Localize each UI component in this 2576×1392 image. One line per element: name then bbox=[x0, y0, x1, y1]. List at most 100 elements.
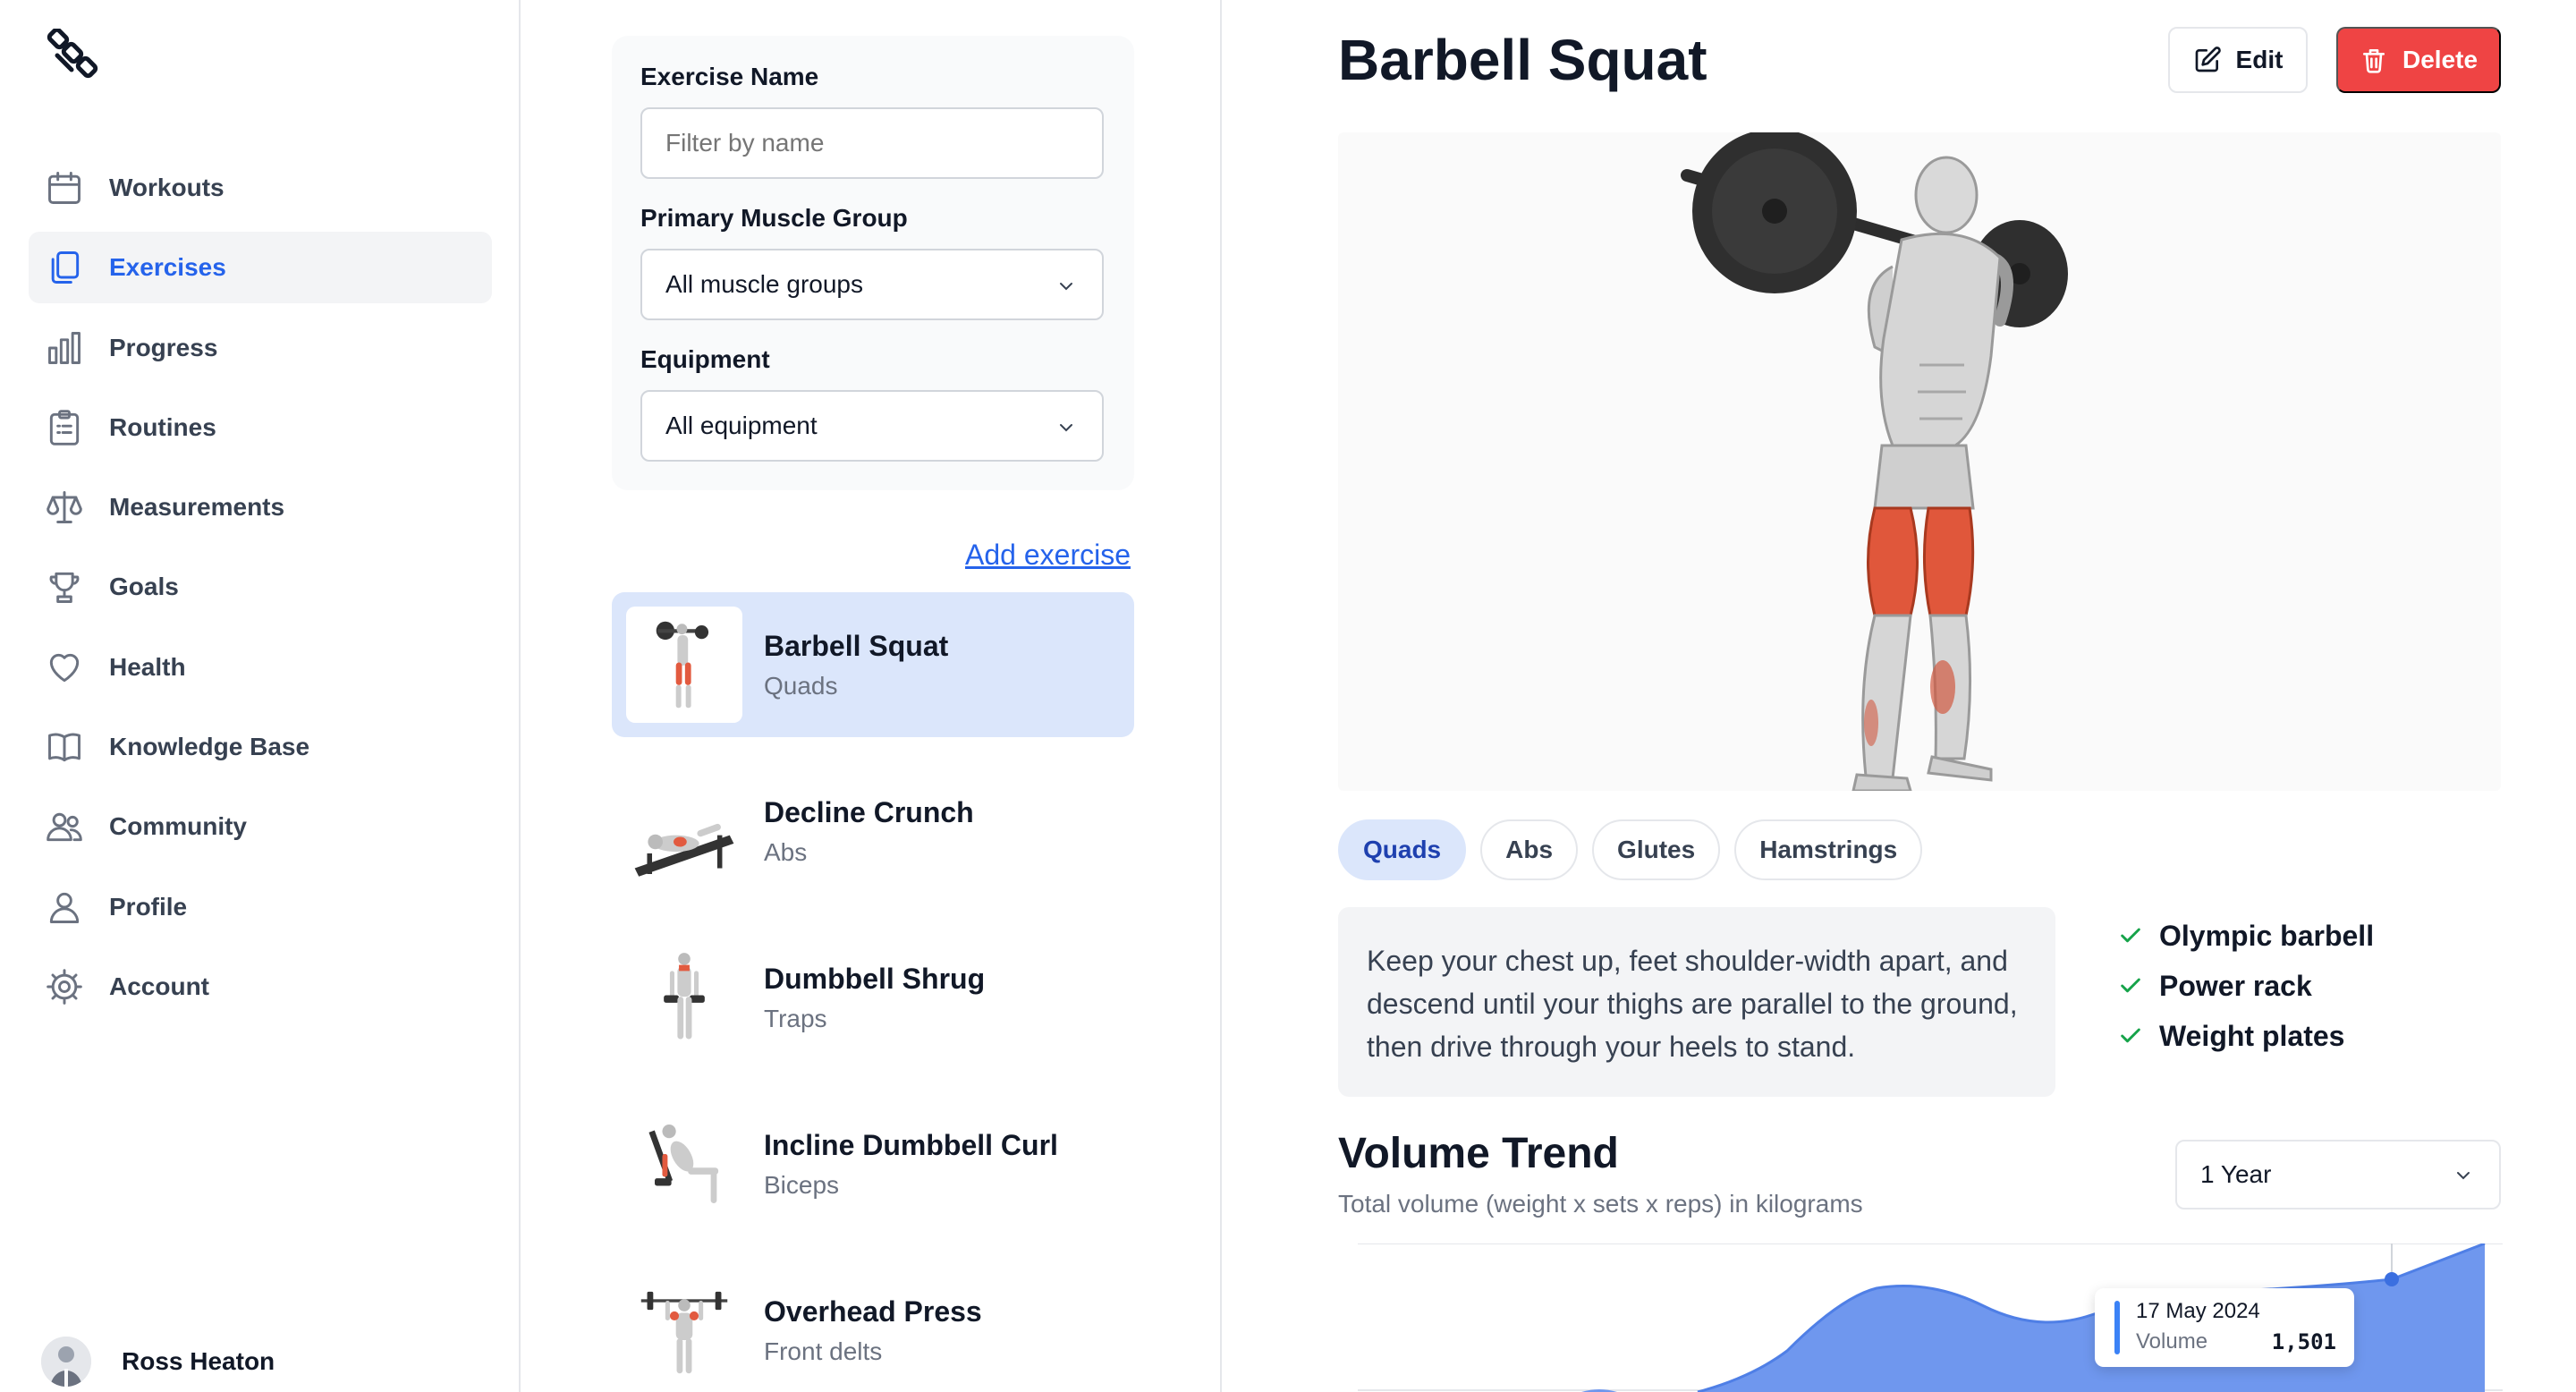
sidebar-item-label: Health bbox=[109, 652, 186, 681]
list-item: Power rack bbox=[2118, 961, 2374, 1011]
scale-icon bbox=[45, 488, 84, 527]
delete-button-label: Delete bbox=[2402, 46, 2479, 73]
calendar-icon bbox=[45, 168, 84, 208]
exercise-muscle: Front delts bbox=[764, 1337, 883, 1365]
sidebar-item-label: Profile bbox=[109, 892, 188, 921]
chevron-down-icon bbox=[1060, 283, 1072, 291]
equipment-value: All equipment bbox=[665, 412, 818, 439]
tooltip-label: Volume bbox=[2136, 1329, 2208, 1354]
bar-chart-icon bbox=[45, 328, 84, 368]
user-name: Ross Heaton bbox=[122, 1347, 275, 1375]
equipment-label: Equipment bbox=[640, 345, 770, 373]
sidebar-item-profile[interactable]: Profile bbox=[29, 871, 492, 943]
check-icon bbox=[2121, 978, 2140, 993]
muscle-group-select[interactable]: All muscle groups bbox=[640, 249, 1104, 320]
sidebar-item-account[interactable]: Account bbox=[29, 951, 492, 1023]
exercise-list: Barbell Squat Quads Decline Crunch Abs D… bbox=[612, 592, 1134, 1392]
volume-trend-subtitle: Total volume (weight x sets x reps) in k… bbox=[1338, 1190, 1863, 1218]
sidebar-item-label: Progress bbox=[109, 333, 218, 361]
trophy-icon bbox=[45, 567, 84, 607]
tag-hamstrings[interactable]: Hamstrings bbox=[1734, 819, 1923, 880]
list-item[interactable]: Overhead Press Front delts bbox=[612, 1258, 1134, 1392]
documents-icon bbox=[45, 248, 84, 287]
sidebar-item-health[interactable]: Health bbox=[29, 632, 492, 703]
sidebar-item-workouts[interactable]: Workouts bbox=[29, 152, 492, 224]
sidebar: Workouts Exercises Progress Routines Mea… bbox=[0, 0, 521, 1392]
exercise-name-input[interactable] bbox=[640, 107, 1104, 179]
add-exercise-link[interactable]: Add exercise bbox=[965, 539, 1131, 572]
exercise-list-panel: Exercise Name Primary Muscle Group All m… bbox=[522, 0, 1222, 1392]
sidebar-item-goals[interactable]: Goals bbox=[29, 551, 492, 623]
exercise-thumbnail bbox=[626, 1272, 742, 1388]
list-item[interactable]: Barbell Squat Quads bbox=[612, 592, 1134, 737]
chart-tooltip: 17 May 2024 Volume 1,501 bbox=[2095, 1288, 2354, 1367]
app-logo-icon[interactable] bbox=[45, 27, 100, 84]
heart-icon bbox=[45, 648, 84, 687]
exercise-muscle: Traps bbox=[764, 1004, 827, 1032]
page-title: Barbell Squat bbox=[1338, 28, 1707, 92]
gear-icon bbox=[45, 967, 84, 1006]
users-icon bbox=[45, 807, 84, 846]
check-icon bbox=[2121, 1028, 2140, 1043]
equipment-list: Olympic barbell Power rack Weight plates bbox=[2118, 911, 2374, 1061]
exercise-muscle: Quads bbox=[764, 671, 838, 700]
exercise-illustration bbox=[1338, 129, 2501, 793]
sidebar-item-knowledge-base[interactable]: Knowledge Base bbox=[29, 711, 492, 783]
exercise-muscle: Abs bbox=[764, 837, 808, 866]
sidebar-item-label: Account bbox=[109, 972, 209, 1000]
list-item[interactable]: Dumbbell Shrug Traps bbox=[612, 925, 1134, 1070]
user-icon bbox=[45, 887, 84, 927]
sidebar-item-measurements[interactable]: Measurements bbox=[29, 471, 492, 543]
list-item: Olympic barbell bbox=[2118, 911, 2374, 961]
tag-abs[interactable]: Abs bbox=[1480, 819, 1579, 880]
list-item[interactable]: Decline Crunch Abs bbox=[612, 759, 1134, 904]
exercise-thumbnail bbox=[626, 773, 742, 889]
sidebar-item-label: Knowledge Base bbox=[109, 733, 310, 761]
sidebar-item-progress[interactable]: Progress bbox=[29, 312, 492, 384]
exercise-name: Incline Dumbbell Curl bbox=[764, 1128, 1058, 1161]
exercise-muscle: Biceps bbox=[764, 1170, 840, 1199]
sidebar-item-label: Goals bbox=[109, 573, 179, 601]
tag-quads[interactable]: Quads bbox=[1338, 819, 1467, 880]
exercise-thumbnail bbox=[626, 607, 742, 723]
edit-button[interactable]: Edit bbox=[2168, 27, 2308, 93]
chart-active-point bbox=[2385, 1272, 2399, 1286]
check-icon bbox=[2121, 928, 2140, 943]
tag-glutes[interactable]: Glutes bbox=[1592, 819, 1721, 880]
book-icon bbox=[45, 727, 84, 767]
sidebar-item-label: Workouts bbox=[109, 174, 225, 201]
sidebar-item-routines[interactable]: Routines bbox=[29, 392, 492, 463]
delete-button[interactable]: Delete bbox=[2336, 27, 2501, 93]
tooltip-value: 1,501 bbox=[2271, 1329, 2336, 1354]
time-range-select[interactable]: 1 Year bbox=[2175, 1140, 2501, 1210]
edit-icon bbox=[2195, 47, 2221, 72]
chevron-down-icon bbox=[1060, 424, 1072, 432]
list-item: Weight plates bbox=[2118, 1011, 2374, 1061]
exercise-name: Barbell Squat bbox=[764, 629, 949, 662]
sidebar-item-label: Routines bbox=[109, 412, 216, 441]
equipment-item-label: Olympic barbell bbox=[2159, 919, 2375, 952]
muscle-tags: Quads Abs Glutes Hamstrings bbox=[1338, 819, 1936, 880]
equipment-item-label: Weight plates bbox=[2159, 1019, 2345, 1052]
exercise-instructions: Keep your chest up, feet shoulder-width … bbox=[1338, 907, 2055, 1097]
exercise-thumbnail bbox=[626, 939, 742, 1056]
exercise-detail: Barbell Squat Edit Delete Quads Abs Glut… bbox=[1224, 0, 2576, 1392]
sidebar-item-community[interactable]: Community bbox=[29, 791, 492, 862]
exercise-name: Overhead Press bbox=[764, 1294, 982, 1328]
filter-panel: Exercise Name Primary Muscle Group All m… bbox=[612, 36, 1134, 490]
exercise-name: Dumbbell Shrug bbox=[764, 962, 986, 995]
sidebar-item-exercises[interactable]: Exercises bbox=[29, 232, 492, 304]
muscle-group-value: All muscle groups bbox=[665, 270, 863, 298]
user-menu[interactable]: Ross Heaton bbox=[41, 1337, 275, 1387]
equipment-select[interactable]: All equipment bbox=[640, 390, 1104, 462]
list-item[interactable]: Incline Dumbbell Curl Biceps bbox=[612, 1091, 1134, 1236]
tooltip-series-marker bbox=[2114, 1301, 2120, 1354]
trash-icon bbox=[2362, 49, 2385, 73]
main-nav: Workouts Exercises Progress Routines Mea… bbox=[29, 152, 492, 1031]
tooltip-date: 17 May 2024 bbox=[2136, 1299, 2260, 1323]
avatar bbox=[41, 1337, 91, 1387]
exercise-name: Decline Crunch bbox=[764, 795, 974, 828]
time-range-value: 1 Year bbox=[2200, 1160, 2272, 1188]
equipment-item-label: Power rack bbox=[2159, 969, 2312, 1002]
exercise-name-label: Exercise Name bbox=[640, 63, 819, 90]
